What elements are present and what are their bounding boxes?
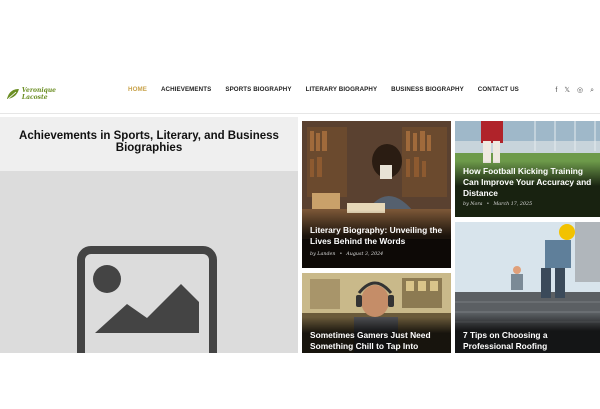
facebook-icon[interactable]: f (555, 87, 557, 95)
post-card-literary[interactable]: Literary Biography: Unveiling the Lives … (302, 121, 451, 268)
nav-sports-biography[interactable]: SPORTS BIOGRAPHY (225, 86, 291, 93)
site-logo[interactable]: Veronique Lacoste (6, 84, 56, 104)
social-links: f 𝕏 ◎ ⌕ (555, 87, 594, 95)
card-date: March 17, 2025 (493, 202, 533, 207)
logo-line-1: Veronique (21, 87, 56, 94)
instagram-icon[interactable]: ◎ (577, 87, 583, 95)
card-title[interactable]: 7 Tips on Choosing a Professional Roofin… (463, 330, 592, 353)
card-title[interactable]: Literary Biography: Unveiling the Lives … (310, 225, 443, 247)
nav-business-biography[interactable]: BUSINESS BIOGRAPHY (391, 86, 464, 93)
card-title[interactable]: Sometimes Gamers Just Need Something Chi… (310, 330, 443, 352)
post-card-gamers[interactable]: Sometimes Gamers Just Need Something Chi… (302, 273, 451, 353)
post-card-roofing[interactable]: 7 Tips on Choosing a Professional Roofin… (455, 222, 600, 353)
card-meta: by Nora • March 17, 2025 (463, 202, 533, 207)
nav-contact-us[interactable]: CONTACT US (478, 86, 519, 93)
main-nav: HOME ACHIEVEMENTS SPORTS BIOGRAPHY LITER… (128, 86, 533, 93)
leaf-logo-icon (6, 89, 19, 100)
card-author[interactable]: by Landen (310, 252, 335, 257)
card-date: August 3, 2024 (346, 252, 384, 257)
nav-achievements[interactable]: ACHIEVEMENTS (161, 86, 211, 93)
nav-literary-biography[interactable]: LITERARY BIOGRAPHY (306, 86, 378, 93)
card-title[interactable]: How Football Kicking Training Can Improv… (463, 166, 592, 199)
header-divider (0, 113, 600, 114)
top-band (0, 0, 600, 59)
x-twitter-icon[interactable]: 𝕏 (564, 87, 570, 95)
card-author[interactable]: by Nora (463, 202, 483, 207)
search-icon[interactable]: ⌕ (590, 87, 594, 95)
nav-home[interactable]: HOME (128, 86, 147, 93)
post-card-football[interactable]: How Football Kicking Training Can Improv… (455, 121, 600, 217)
featured-title[interactable]: Achievements in Sports, Literary, and Bu… (0, 130, 298, 154)
logo-line-2: Lacoste (21, 94, 48, 101)
card-meta: by Landen • August 3, 2024 (310, 252, 384, 257)
image-placeholder-icon (77, 246, 217, 353)
